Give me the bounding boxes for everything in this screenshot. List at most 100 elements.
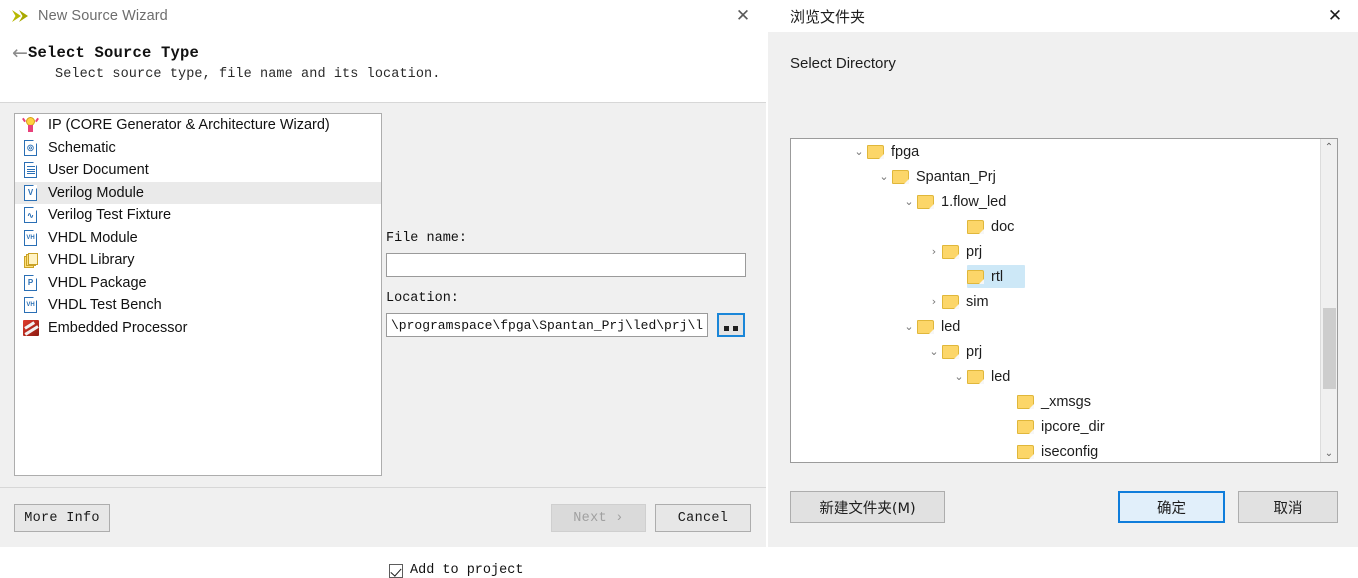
- source-type-label: VHDL Library: [48, 252, 135, 269]
- source-type-item[interactable]: VHDL Library: [15, 249, 381, 272]
- schematic-icon: ◎: [21, 138, 40, 157]
- chevron-down-icon[interactable]: ⌄: [901, 319, 917, 335]
- tree-node[interactable]: iseconfig: [791, 439, 1319, 462]
- dot-glyph: [733, 326, 738, 331]
- ok-button[interactable]: 确定: [1118, 491, 1225, 523]
- tree-vertical-scrollbar[interactable]: ⌃ ⌄: [1320, 139, 1337, 462]
- source-type-item[interactable]: P VHDL Package: [15, 272, 381, 295]
- folder-icon: [917, 319, 934, 334]
- wizard-close-icon[interactable]: ✕: [720, 0, 766, 32]
- source-type-item[interactable]: V H VHDL Module: [15, 227, 381, 250]
- scroll-thumb[interactable]: [1323, 307, 1336, 389]
- tree-node[interactable]: ⌄ 1.flow_led: [791, 189, 1319, 214]
- tree-node-label: prj: [966, 243, 983, 260]
- source-type-list[interactable]: IP (CORE Generator & Architecture Wizard…: [14, 113, 382, 476]
- tree-node[interactable]: ipcore_dir: [791, 414, 1319, 439]
- tree-node-label: rtl: [991, 268, 1004, 285]
- folder-icon: [1017, 444, 1034, 459]
- dot-glyph: [724, 326, 729, 331]
- folder-icon: [1017, 419, 1034, 434]
- tree-node-label: Spantan_Prj: [916, 168, 996, 185]
- source-type-label: Embedded Processor: [48, 319, 188, 336]
- browse-window-title: 浏览文件夹: [790, 7, 866, 26]
- source-type-item[interactable]: User Document: [15, 159, 381, 182]
- add-to-project-checkbox[interactable]: [389, 563, 403, 578]
- source-type-item[interactable]: ◎ Schematic: [15, 137, 381, 160]
- folder-icon: [942, 344, 959, 359]
- verilog-test-fixture-icon: ∿: [21, 206, 40, 225]
- chevron-down-icon[interactable]: ⌄: [951, 369, 967, 385]
- tree-node-label: ipcore_dir: [1041, 418, 1105, 435]
- add-to-project-label: Add to project: [410, 563, 524, 578]
- folder-icon: [942, 244, 959, 259]
- source-type-label: Verilog Module: [48, 184, 144, 201]
- source-type-label: IP (CORE Generator & Architecture Wizard…: [48, 117, 330, 134]
- wizard-title-bar: New Source Wizard ✕: [0, 0, 766, 32]
- chevron-down-icon[interactable]: ⌄: [901, 194, 917, 210]
- tree-node[interactable]: _xmsgs: [791, 389, 1319, 414]
- source-type-item[interactable]: IP (CORE Generator & Architecture Wizard…: [15, 114, 381, 137]
- folder-icon: [867, 144, 884, 159]
- page-title: Select Source Type: [28, 44, 200, 62]
- chevron-down-icon[interactable]: ⌄: [851, 144, 867, 160]
- select-directory-prompt: Select Directory: [790, 55, 896, 72]
- directory-tree[interactable]: ⌄ fpga ⌄ Spantan_Prj ⌄ 1.flow_led doc › prj rtl › s…: [791, 139, 1319, 462]
- chevron-right-icon[interactable]: ›: [926, 294, 942, 310]
- chevron-down-icon[interactable]: ⌄: [926, 344, 942, 360]
- source-type-label: Schematic: [48, 139, 116, 156]
- new-source-wizard-dialog: New Source Wizard ✕ ← Select Source Type…: [0, 0, 766, 578]
- file-fields-column: File name: Location:: [386, 113, 752, 476]
- next-button[interactable]: Next ›: [551, 504, 646, 532]
- wizard-app-icon: [10, 8, 32, 24]
- embedded-processor-icon: [21, 318, 40, 337]
- tree-node[interactable]: ⌄ led: [791, 314, 1319, 339]
- source-type-label: VHDL Module: [48, 229, 138, 246]
- source-type-item[interactable]: V H VHDL Test Bench: [15, 294, 381, 317]
- tree-node[interactable]: ⌄ led: [791, 364, 1319, 389]
- tree-node[interactable]: › prj: [791, 239, 1319, 264]
- ip-core-icon: [21, 116, 40, 135]
- tree-node-label: doc: [991, 218, 1015, 235]
- chevron-down-icon[interactable]: ⌄: [876, 169, 892, 185]
- folder-icon: [967, 219, 984, 234]
- browse-location-button[interactable]: [717, 313, 745, 337]
- add-to-project-checkbox-row[interactable]: Add to project: [389, 563, 523, 578]
- tree-node[interactable]: ⌄ fpga: [791, 139, 1319, 164]
- directory-tree-box[interactable]: ⌄ fpga ⌄ Spantan_Prj ⌄ 1.flow_led doc › prj rtl › s…: [790, 138, 1338, 463]
- folder-icon: [967, 269, 984, 284]
- tree-node[interactable]: rtl: [791, 264, 1319, 289]
- file-name-input[interactable]: [386, 253, 746, 277]
- tree-node[interactable]: doc: [791, 214, 1319, 239]
- source-type-item[interactable]: Embedded Processor: [15, 317, 381, 340]
- tree-node-label: led: [941, 318, 961, 335]
- folder-icon: [1017, 394, 1034, 409]
- source-type-label: VHDL Test Bench: [48, 297, 162, 314]
- more-info-button[interactable]: More Info: [14, 504, 110, 532]
- tree-node-label: _xmsgs: [1041, 393, 1091, 410]
- browse-close-icon[interactable]: ✕: [1312, 0, 1358, 32]
- back-arrow-icon[interactable]: ←: [12, 44, 28, 63]
- browse-cancel-button[interactable]: 取消: [1238, 491, 1338, 523]
- wizard-header: ← Select Source Type Select source type,…: [0, 32, 766, 102]
- vhdl-package-icon: P: [21, 273, 40, 292]
- tree-node[interactable]: › sim: [791, 289, 1319, 314]
- file-name-label: File name:: [386, 231, 468, 246]
- location-input[interactable]: [386, 313, 708, 337]
- folder-icon: [967, 369, 984, 384]
- location-label: Location:: [386, 291, 459, 306]
- screen-root: New Source Wizard ✕ ← Select Source Type…: [0, 0, 1358, 578]
- source-type-item[interactable]: ∿ Verilog Test Fixture: [15, 204, 381, 227]
- page-subtitle: Select source type, file name and its lo…: [55, 67, 441, 82]
- new-folder-button[interactable]: 新建文件夹(M): [790, 491, 945, 523]
- user-document-icon: [21, 161, 40, 180]
- tree-node[interactable]: ⌄ prj: [791, 339, 1319, 364]
- chevron-right-icon[interactable]: ›: [926, 244, 942, 260]
- cancel-button[interactable]: Cancel: [655, 504, 751, 532]
- scroll-up-icon[interactable]: ⌃: [1321, 139, 1337, 156]
- source-type-item[interactable]: V Verilog Module: [15, 181, 381, 204]
- tree-node[interactable]: ⌄ Spantan_Prj: [791, 164, 1319, 189]
- scroll-down-icon[interactable]: ⌄: [1321, 445, 1337, 462]
